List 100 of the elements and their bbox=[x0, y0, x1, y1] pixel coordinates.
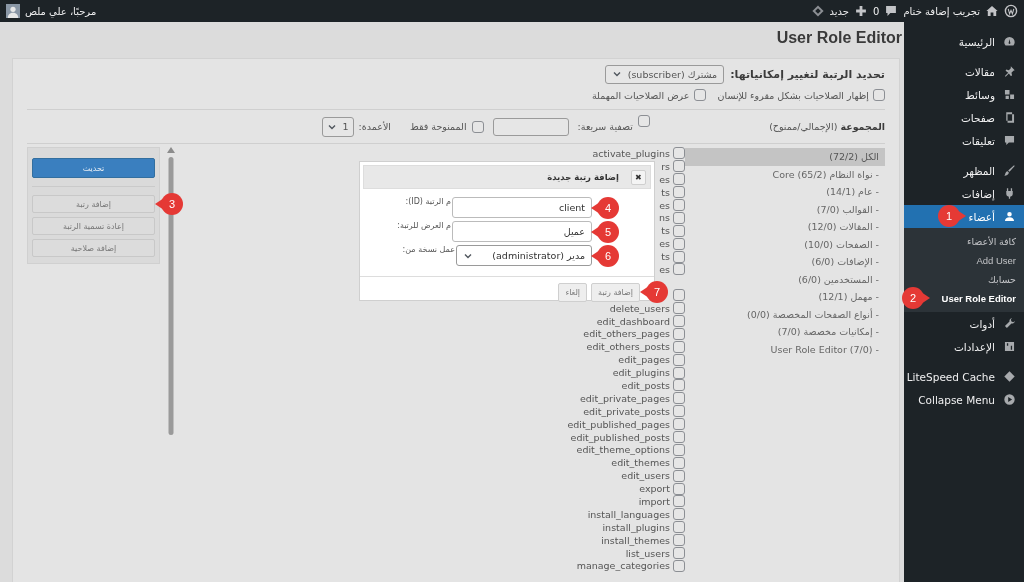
menu-item[interactable]: الإعدادات bbox=[904, 335, 1024, 358]
checkbox[interactable] bbox=[673, 366, 685, 379]
group-item[interactable]: - أنواع الصفحات المخصصة (0/0) bbox=[747, 305, 885, 323]
new-link[interactable]: جديد bbox=[829, 5, 849, 17]
capability-label: edit_private_posts bbox=[583, 405, 670, 417]
checkbox[interactable] bbox=[673, 495, 685, 508]
checkbox[interactable] bbox=[673, 199, 685, 211]
submenu-item[interactable]: Add User bbox=[904, 251, 1024, 270]
input-field[interactable]: client bbox=[452, 197, 592, 218]
role-select[interactable]: مشترك (subscriber) bbox=[604, 64, 725, 84]
menu-item[interactable]: أدوات bbox=[904, 312, 1024, 335]
checkbox[interactable] bbox=[673, 224, 685, 237]
menu-item[interactable]: صفحات bbox=[904, 106, 1024, 129]
group-item[interactable]: - الصفحات (10/0) bbox=[804, 235, 885, 253]
input-field[interactable]: عميل bbox=[452, 221, 592, 242]
checkbox[interactable] bbox=[673, 431, 685, 444]
menu-item[interactable]: الرئيسية bbox=[904, 30, 1024, 53]
settings-icon bbox=[1003, 340, 1016, 353]
diamond-icon[interactable] bbox=[810, 4, 825, 18]
plus-icon[interactable] bbox=[854, 4, 868, 18]
group-item[interactable]: - نواة النظام Core (65/2) bbox=[772, 165, 885, 183]
group-item[interactable]: - الإضافات (6/0) bbox=[811, 253, 885, 271]
menu-item[interactable]: وسائط bbox=[904, 83, 1024, 106]
columns-select[interactable]: 1 bbox=[321, 116, 354, 137]
submenu-item[interactable]: كافة الأعضاء bbox=[904, 232, 1024, 251]
checkbox[interactable] bbox=[673, 186, 685, 199]
group-item[interactable]: - إمكانيات مخصصة (7/0) bbox=[777, 323, 885, 341]
play-icon bbox=[1003, 393, 1016, 406]
menu-item[interactable]: إضافات bbox=[904, 182, 1024, 205]
checkbox[interactable] bbox=[673, 173, 685, 186]
checkbox[interactable] bbox=[673, 353, 685, 366]
checkbox[interactable] bbox=[673, 211, 685, 224]
site-name-link[interactable]: تجريب إضافة ختام bbox=[903, 5, 980, 17]
checkbox[interactable] bbox=[673, 237, 685, 250]
comment-count[interactable]: 0 bbox=[873, 5, 880, 17]
user-icon bbox=[1003, 210, 1016, 223]
checkbox[interactable] bbox=[673, 547, 685, 560]
checkbox[interactable] bbox=[673, 379, 685, 392]
dialog-title: إضافة رتبة جديدة bbox=[547, 172, 619, 182]
avatar-icon[interactable] bbox=[6, 4, 20, 18]
checkbox[interactable] bbox=[673, 327, 685, 340]
checkbox[interactable] bbox=[673, 508, 685, 521]
capability-label: edit_users bbox=[621, 470, 670, 482]
action-button[interactable]: إضافة رتبة bbox=[32, 195, 155, 213]
capability-label: es bbox=[659, 263, 670, 275]
checkbox[interactable] bbox=[673, 534, 685, 547]
group-item[interactable]: - User Role Editor (7/0) bbox=[770, 340, 885, 358]
group-item[interactable]: - مهمل (12/1) bbox=[818, 288, 885, 306]
capability-label: rs bbox=[661, 160, 670, 172]
menu-item[interactable]: المظهر bbox=[904, 159, 1024, 182]
dialog-button[interactable]: إضافة رتبة bbox=[591, 283, 640, 302]
checkbox[interactable] bbox=[873, 89, 885, 101]
checkbox[interactable] bbox=[673, 456, 685, 469]
update-button[interactable]: تحديث bbox=[32, 158, 155, 178]
quick-filter-field[interactable] bbox=[492, 117, 569, 136]
menu-item[interactable]: مقالات bbox=[904, 60, 1024, 83]
option-label: عرض الصلاحيات المهملة bbox=[591, 89, 690, 101]
group-item[interactable]: - المستخدمين (6/0) bbox=[798, 270, 885, 288]
checkbox[interactable] bbox=[673, 392, 685, 405]
checkbox[interactable] bbox=[673, 418, 685, 431]
checkbox[interactable] bbox=[673, 443, 685, 456]
action-button[interactable]: إضافة صلاحية bbox=[32, 239, 155, 257]
menu-item[interactable]: LiteSpeed Cache bbox=[904, 365, 1024, 388]
group-item[interactable]: الكل (72/2) bbox=[685, 148, 885, 166]
checkbox[interactable] bbox=[673, 147, 685, 160]
checkbox[interactable] bbox=[673, 521, 685, 534]
menu-item[interactable]: تعليقات bbox=[904, 129, 1024, 152]
menu-item[interactable]: Collapse Menu bbox=[904, 388, 1024, 411]
checkbox[interactable] bbox=[673, 289, 685, 302]
checkbox[interactable] bbox=[673, 559, 685, 572]
group-item[interactable]: - عام (14/1) bbox=[826, 183, 885, 201]
capability-label: edit_published_posts bbox=[570, 431, 670, 443]
close-button[interactable]: ✖ bbox=[631, 169, 646, 185]
checkbox[interactable] bbox=[673, 469, 685, 482]
role-label: تحديد الرتبة لتغيير إمكانياتها: bbox=[730, 67, 885, 81]
brush-icon bbox=[1003, 164, 1016, 177]
quick-filter-label: تصفية سريعة: bbox=[577, 121, 633, 132]
checkbox[interactable] bbox=[673, 263, 685, 276]
checkbox[interactable] bbox=[673, 160, 685, 173]
group-item[interactable]: - المقالات (12/0) bbox=[807, 218, 885, 236]
role-copy-select[interactable]: مدير (administrator) bbox=[456, 245, 592, 266]
logo-icon[interactable] bbox=[1004, 4, 1018, 18]
dialog-button[interactable]: إلغاء bbox=[558, 283, 588, 302]
comment-icon[interactable] bbox=[884, 4, 899, 18]
greeting[interactable]: مرحبًا، علي ملص bbox=[25, 5, 97, 17]
home-icon[interactable] bbox=[985, 4, 999, 18]
pointer-icon bbox=[957, 210, 966, 222]
checkbox[interactable] bbox=[693, 89, 706, 101]
checkbox[interactable] bbox=[673, 482, 685, 495]
checkbox[interactable] bbox=[638, 115, 650, 127]
submenu-item[interactable]: حسابك bbox=[904, 270, 1024, 289]
pointer-icon bbox=[921, 292, 930, 304]
checkbox[interactable] bbox=[673, 340, 685, 353]
group-item[interactable]: - القوالب (7/0) bbox=[816, 200, 885, 218]
checkbox[interactable] bbox=[673, 302, 685, 315]
checkbox[interactable] bbox=[471, 120, 484, 133]
checkbox[interactable] bbox=[673, 315, 685, 327]
checkbox[interactable] bbox=[673, 405, 685, 418]
capability-label: edit_pages bbox=[618, 354, 670, 366]
checkbox[interactable] bbox=[673, 250, 685, 263]
